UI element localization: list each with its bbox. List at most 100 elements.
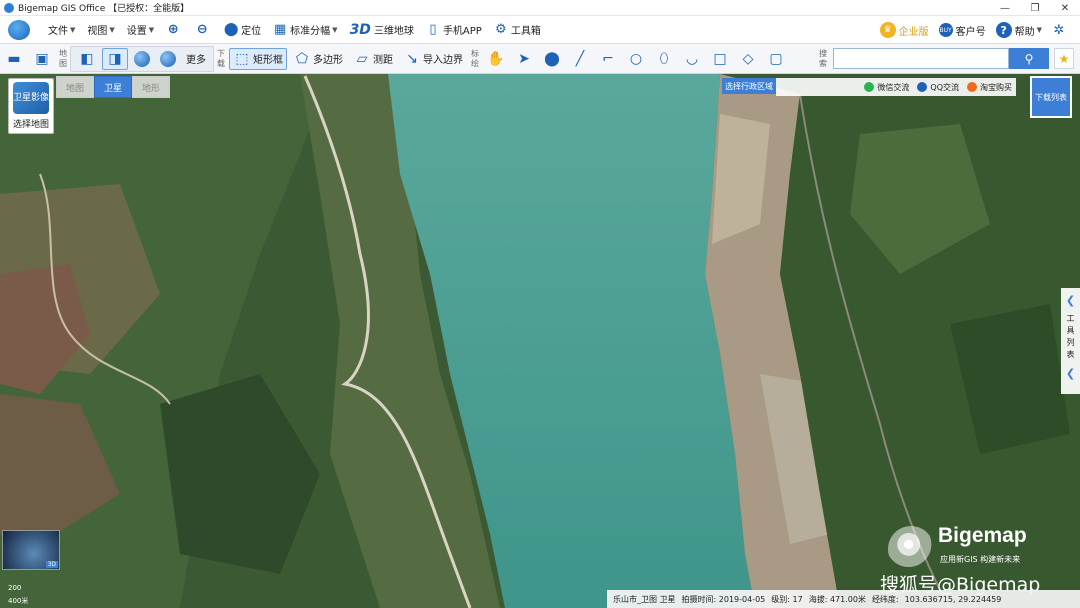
map-source-3[interactable] xyxy=(130,48,154,70)
wechat-button[interactable]: 微信交流 xyxy=(864,82,909,93)
import-icon: ↘ xyxy=(406,50,418,67)
status-capture-time: 拍摄时间: 2019-04-05 xyxy=(681,594,766,604)
rectangle-label: 矩形框 xyxy=(253,55,283,66)
map-source-4[interactable] xyxy=(156,48,180,70)
status-source: 乐山市_卫图 卫星 xyxy=(613,594,676,604)
standard-tiles-label: 标准分幅 xyxy=(290,26,331,37)
title-bar: Bigemap GIS Office 【已授权：全能版】 — ❐ ✕ xyxy=(0,0,1080,16)
chevron-down-icon: ▼ xyxy=(332,25,338,34)
import-boundary-button[interactable]: ↘ 导入边界 xyxy=(399,48,467,70)
map-selector-label: 选择地图 xyxy=(12,120,49,130)
save-button[interactable]: ▣ xyxy=(29,48,55,70)
taobao-button[interactable]: 淘宝购买 xyxy=(967,82,1012,93)
map-type-tabs: 地图 卫星 地形 xyxy=(56,76,170,98)
status-level: 级别: 17 xyxy=(771,594,803,604)
crosshair-gear-icon: ✲ xyxy=(1053,22,1065,38)
annotate-group-label: 标绘 xyxy=(471,48,479,68)
mobile-app-button[interactable]: ▯ 手机APP xyxy=(420,16,488,44)
wechat-icon xyxy=(864,82,875,92)
select-tool[interactable]: ➤ xyxy=(511,48,537,70)
zoom-out-button[interactable]: ⊖ xyxy=(189,16,218,44)
open-button[interactable]: ▬ xyxy=(1,48,27,70)
tab-terrain[interactable]: 地形 xyxy=(132,76,170,98)
select-region-button[interactable]: 选择行政区域 xyxy=(722,78,776,94)
polygon-button[interactable]: ⬠ 多边形 xyxy=(289,48,347,70)
polyline-tool[interactable]: ⌐ xyxy=(595,48,621,70)
tab-satellite[interactable]: 卫星 xyxy=(94,76,132,98)
menu-view[interactable]: 视图 ▼ xyxy=(81,16,120,44)
save-icon: ▣ xyxy=(35,50,49,67)
customer-label: 客户号 xyxy=(955,26,986,38)
rect-draw-tool[interactable]: □ xyxy=(707,48,733,70)
three-d-earth-button[interactable]: 3D 三维地球 xyxy=(344,16,420,44)
minimap[interactable]: 3D xyxy=(2,530,60,570)
map-source-1[interactable]: ◧ xyxy=(74,48,100,70)
scale-bar-upper: 200 xyxy=(8,584,22,592)
measure-button[interactable]: ▱ 测距 xyxy=(349,48,397,70)
map-group-label: 地图 xyxy=(59,48,67,68)
gear-icon: ⚙ xyxy=(495,22,507,37)
close-button[interactable]: ✕ xyxy=(1050,0,1080,16)
chevron-left-icon: ❮ xyxy=(1065,294,1076,307)
arrow-pointer-icon: ➤ xyxy=(518,50,530,67)
window-controls: — ❐ ✕ xyxy=(990,0,1080,16)
customer-button[interactable]: BUY 客户号 xyxy=(934,16,991,44)
download-list-button[interactable]: 下载列表 xyxy=(1030,76,1072,118)
locate-button[interactable]: ⬤ 定位 xyxy=(218,16,267,44)
tool-list-panel[interactable]: ❮ 工具列表 ❮ xyxy=(1061,288,1080,394)
app-icon xyxy=(4,2,14,13)
zoom-in-button[interactable]: ⊕ xyxy=(160,16,189,44)
globe-icon xyxy=(134,50,150,67)
scale-bar-lower: 400米 xyxy=(8,597,29,605)
pan-tool[interactable]: ✋ xyxy=(483,48,509,70)
enterprise-label: 企业版 xyxy=(898,26,929,38)
menu-settings[interactable]: 设置 ▼ xyxy=(121,16,160,44)
favorite-button[interactable]: ★ xyxy=(1054,48,1074,69)
location-pin-icon: ⬤ xyxy=(223,22,239,37)
maximize-button[interactable]: ❐ xyxy=(1020,0,1050,16)
search-button[interactable]: ⚲ xyxy=(1009,48,1049,69)
menu-file-label: 文件 xyxy=(48,26,68,37)
map-selector[interactable]: 卫星影像 选择地图 xyxy=(8,78,54,134)
chevron-down-icon: ▼ xyxy=(109,25,115,34)
enterprise-button[interactable]: ♛ 企业版 xyxy=(875,16,934,44)
three-d-icon: 3D xyxy=(349,21,371,38)
search-group-label: 搜索 xyxy=(819,48,827,68)
arc-tool[interactable]: ◡ xyxy=(679,48,705,70)
bigemap-logo-icon[interactable] xyxy=(8,19,30,40)
settings-gear-button[interactable]: ✲ xyxy=(1047,16,1074,44)
help-icon: ? xyxy=(995,22,1012,38)
search-input[interactable] xyxy=(833,48,1009,69)
standard-tiles-button[interactable]: ▦ 标准分幅 ▼ xyxy=(267,16,343,44)
zoom-out-icon: ⊖ xyxy=(196,22,208,37)
map-source-2[interactable]: ◨ xyxy=(102,47,128,70)
bigemap-logo-icon xyxy=(888,526,934,572)
shape-tool[interactable]: ▢ xyxy=(763,48,789,70)
line-tool[interactable]: ╱ xyxy=(567,48,593,70)
zoom-in-icon: ⊕ xyxy=(167,22,179,37)
menu-file[interactable]: 文件 ▼ xyxy=(42,16,81,44)
help-button[interactable]: ? 帮助 ▼ xyxy=(991,16,1047,44)
qq-label: QQ交流 xyxy=(930,82,959,92)
ellipse-tool[interactable]: ⬯ xyxy=(651,48,677,70)
tab-map[interactable]: 地图 xyxy=(56,76,94,98)
marker-tool[interactable]: ⬤ xyxy=(539,48,565,70)
share-bar: 微信交流 QQ交流 淘宝购买 xyxy=(776,78,1016,96)
measure-label: 测距 xyxy=(373,55,393,66)
more-button[interactable]: 更多 xyxy=(182,48,210,70)
eraser-tool[interactable]: ◇ xyxy=(735,48,761,70)
arc-icon: ◡ xyxy=(685,50,699,67)
taobao-label: 淘宝购买 xyxy=(980,82,1012,92)
help-label: 帮助 xyxy=(1014,26,1035,38)
window-title: Bigemap GIS Office 【已授权：全能版】 xyxy=(18,4,190,14)
download-group-label: 下载 xyxy=(217,48,225,68)
rectangle-icon: ⬚ xyxy=(235,50,249,67)
rectangle-button[interactable]: ⬚ 矩形框 xyxy=(229,47,287,70)
watermark-title: Bigemap xyxy=(938,524,1027,547)
toolbox-button[interactable]: ⚙ 工具箱 xyxy=(488,16,547,44)
map-view[interactable]: 卫星影像 选择地图 地图 卫星 地形 选择行政区域 微信交流 QQ交流 淘宝购买… xyxy=(0,74,1080,608)
circle-tool[interactable]: ○ xyxy=(623,48,649,70)
minimap-3d-tag: 3D xyxy=(45,561,58,568)
qq-button[interactable]: QQ交流 xyxy=(917,82,959,93)
minimize-button[interactable]: — xyxy=(990,0,1020,16)
